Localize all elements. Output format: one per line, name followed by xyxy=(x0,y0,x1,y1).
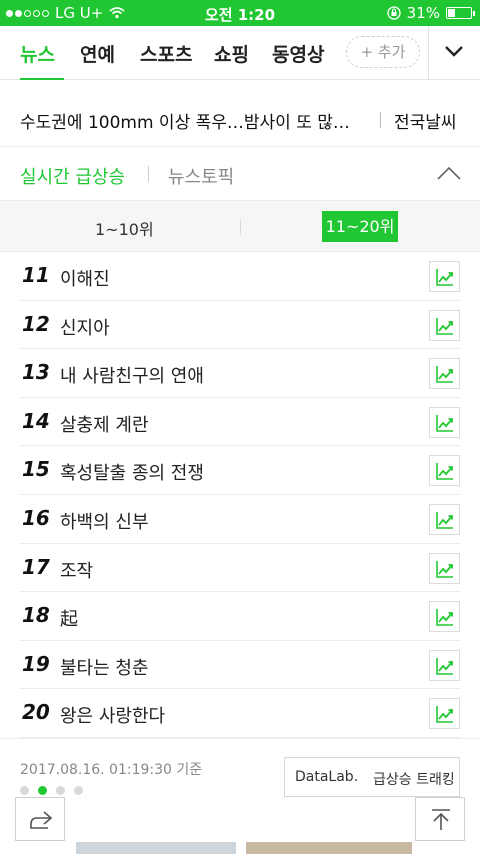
section-tabs: 실시간 급상승 뉴스토픽 xyxy=(0,146,480,200)
page-dot[interactable] xyxy=(38,786,47,795)
rank-keyword[interactable]: 신지아 xyxy=(60,314,110,340)
ranking-row[interactable]: 12 신지아 xyxy=(0,301,480,350)
battery-percent: 31% xyxy=(406,4,440,22)
trend-chart-icon xyxy=(436,609,453,626)
chevron-right-icon: › xyxy=(442,767,449,786)
trend-chart-button[interactable] xyxy=(429,455,460,487)
rank-number: 12 xyxy=(22,311,50,336)
tab-realtime-rising[interactable]: 실시간 급상승 xyxy=(20,163,125,189)
rank-keyword[interactable]: 살충제 계란 xyxy=(60,411,149,437)
rank-number: 16 xyxy=(22,505,50,530)
trend-chart-icon xyxy=(436,657,453,675)
page-dot[interactable] xyxy=(74,786,83,795)
rank-keyword[interactable]: 왕은 사랑한다 xyxy=(60,702,165,728)
rank-keyword[interactable]: 하백의 신부 xyxy=(60,508,149,534)
category-tabs: 뉴스 연예 스포츠 쇼핑 동영상 + 추가 xyxy=(0,26,480,80)
trend-chart-button[interactable] xyxy=(429,649,460,681)
trend-chart-button[interactable] xyxy=(429,698,460,730)
trend-chart-button[interactable] xyxy=(429,552,460,584)
rank-keyword[interactable]: 起 xyxy=(60,605,78,631)
tab-shopping[interactable]: 쇼핑 xyxy=(214,40,249,67)
datalab-tracking-button[interactable]: DataLab. 급상승 트래킹 › xyxy=(284,757,460,797)
ranking-row[interactable]: 17 조작 xyxy=(0,544,480,593)
trend-chart-icon xyxy=(436,366,453,383)
trend-chart-icon xyxy=(436,511,453,529)
tab-entertainment[interactable]: 연예 xyxy=(80,40,115,67)
rank-number: 18 xyxy=(22,603,50,628)
ranking-timestamp: 2017.08.16. 01:19:30 기준 xyxy=(20,762,203,778)
tab-news-topic[interactable]: 뉴스토픽 xyxy=(168,163,234,189)
trend-chart-button[interactable] xyxy=(429,358,460,390)
active-tab-indicator xyxy=(20,78,64,80)
rank-number: 15 xyxy=(22,457,50,482)
nav-divider xyxy=(428,26,429,80)
rank-number: 17 xyxy=(22,554,50,579)
headline-link[interactable]: 수도권에 100mm 이상 폭우…밤사이 또 많… xyxy=(20,108,350,133)
trend-chart-icon xyxy=(436,317,453,335)
news-thumbnail[interactable] xyxy=(76,842,236,854)
rank-range-selector: 1~10위 11~20위 xyxy=(0,200,480,252)
ranking-row[interactable]: 19 불타는 청춘 xyxy=(0,641,480,690)
headline-ticker: 수도권에 100mm 이상 폭우…밤사이 또 많… 전국날씨 xyxy=(0,96,480,146)
trend-chart-button[interactable] xyxy=(429,503,460,535)
arrow-up-icon xyxy=(432,809,450,830)
range-11-20-button[interactable]: 11~20위 xyxy=(322,211,398,242)
news-thumbnail[interactable] xyxy=(246,842,412,854)
trend-chart-icon xyxy=(436,706,453,724)
section-divider xyxy=(148,166,149,182)
tab-video[interactable]: 동영상 xyxy=(272,40,324,67)
trend-chart-button[interactable] xyxy=(429,261,460,292)
rank-number: 14 xyxy=(22,408,50,433)
ranking-row[interactable]: 18 起 xyxy=(0,592,480,641)
trend-chart-icon xyxy=(436,560,453,578)
range-1-10-button[interactable]: 1~10위 xyxy=(95,216,154,240)
tab-news[interactable]: 뉴스 xyxy=(20,40,55,67)
datalab-brand: DataLab. xyxy=(295,769,359,785)
rank-number: 13 xyxy=(22,360,50,385)
chevron-up-icon[interactable] xyxy=(436,165,462,181)
headline-divider xyxy=(380,112,381,128)
status-bar: LG U+ 오전 1:20 31% xyxy=(0,0,480,26)
trend-chart-button[interactable] xyxy=(429,601,460,633)
page-dot[interactable] xyxy=(20,786,29,795)
trend-chart-button[interactable] xyxy=(429,309,460,341)
ranking-row[interactable]: 11 이해진 xyxy=(0,252,480,301)
ranking-row[interactable]: 16 하백의 신부 xyxy=(0,495,480,544)
weather-link[interactable]: 전국날씨 xyxy=(394,108,457,133)
trend-chart-icon xyxy=(436,463,453,481)
scroll-to-top-button[interactable] xyxy=(415,797,465,841)
ranking-footer: 2017.08.16. 01:19:30 기준 DataLab. 급상승 트래킹… xyxy=(0,738,480,818)
trend-chart-icon xyxy=(436,414,453,432)
add-tab-button[interactable]: + 추가 xyxy=(346,36,420,68)
chevron-down-icon[interactable] xyxy=(443,40,465,62)
battery-icon xyxy=(446,7,475,19)
ranking-row[interactable]: 20 왕은 사랑한다 xyxy=(0,689,480,738)
rank-number: 11 xyxy=(22,263,50,287)
share-icon xyxy=(30,811,53,829)
range-divider xyxy=(240,219,241,235)
ranking-row[interactable]: 14 살충제 계란 xyxy=(0,398,480,447)
tab-sports[interactable]: 스포츠 xyxy=(140,40,192,67)
rank-keyword[interactable]: 불타는 청춘 xyxy=(60,654,149,680)
rank-keyword[interactable]: 이해진 xyxy=(60,265,110,291)
page-dot[interactable] xyxy=(56,786,65,795)
page-indicator xyxy=(20,786,83,795)
rank-keyword[interactable]: 내 사람친구의 연애 xyxy=(60,362,204,388)
rank-keyword[interactable]: 혹성탈출 종의 전쟁 xyxy=(60,459,204,485)
trend-chart-icon xyxy=(436,269,453,286)
trend-chart-button[interactable] xyxy=(429,406,460,438)
rank-keyword[interactable]: 조작 xyxy=(60,557,93,583)
ranking-row[interactable]: 13 내 사람친구의 연애 xyxy=(0,349,480,398)
ranking-row[interactable]: 15 혹성탈출 종의 전쟁 xyxy=(0,446,480,495)
rotation-lock-icon xyxy=(387,6,401,20)
rank-number: 19 xyxy=(22,651,50,676)
ranking-list: 11 이해진 12 신지아 13 내 사람친구의 연애 14 살충제 계란 15 혹성탈출 종의 … xyxy=(0,252,480,738)
rank-number: 20 xyxy=(22,700,50,725)
share-button[interactable] xyxy=(15,797,65,841)
